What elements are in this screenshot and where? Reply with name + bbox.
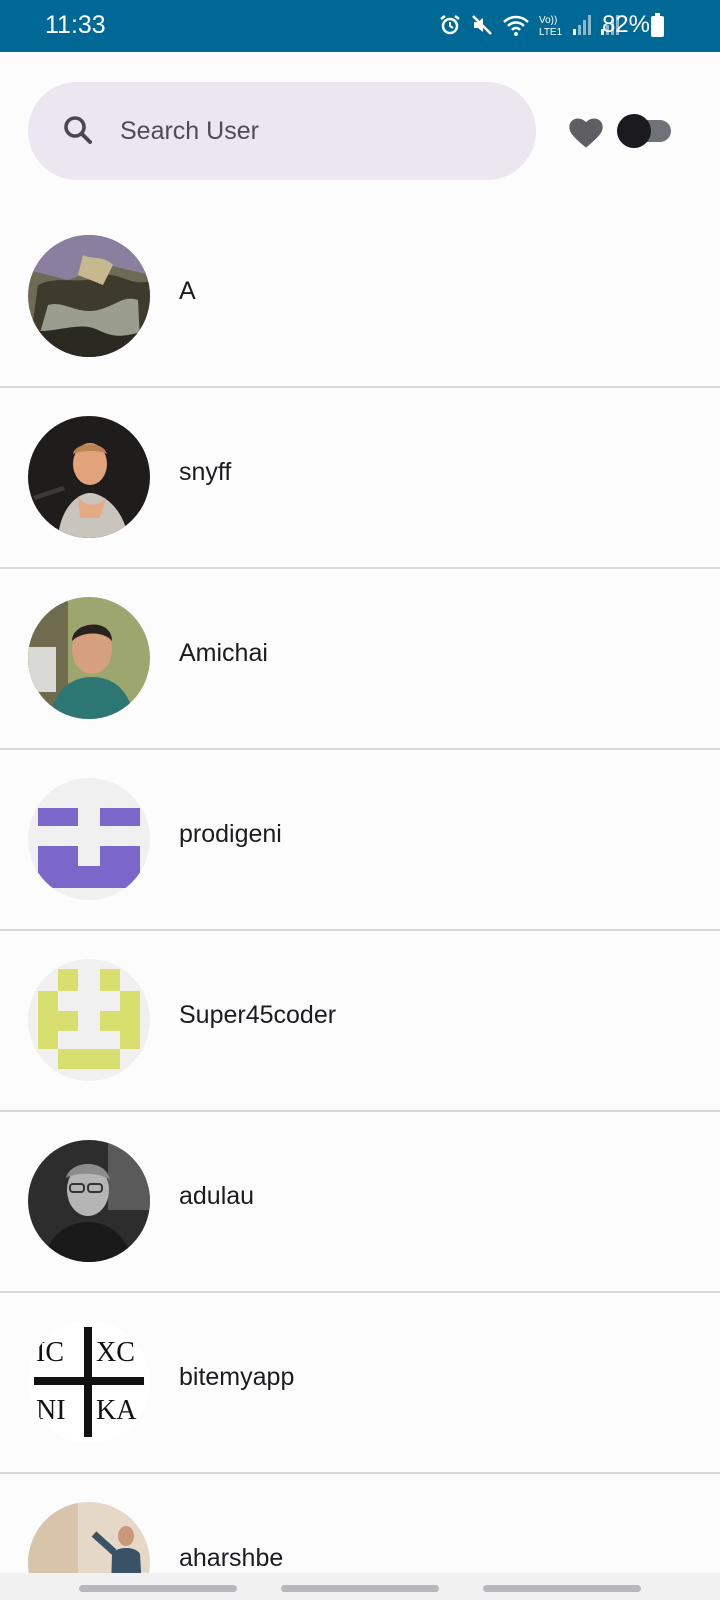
user-avatar xyxy=(28,416,150,538)
search-icon xyxy=(64,116,92,144)
svg-text:IC: IC xyxy=(36,1337,64,1368)
svg-text:LTE1: LTE1 xyxy=(539,27,563,38)
user-avatar xyxy=(28,778,150,900)
user-avatar xyxy=(28,597,150,719)
user-avatar xyxy=(28,235,150,357)
signal-icon xyxy=(573,15,591,35)
status-time: 11:33 xyxy=(45,11,106,39)
user-list-item[interactable]: Amichai xyxy=(0,569,720,750)
identicon-avatar-image xyxy=(28,959,150,1081)
alarm-icon xyxy=(440,15,460,35)
user-list-item[interactable]: A xyxy=(0,207,720,388)
user-list-item[interactable]: IC XC NI KA bitemyapp xyxy=(0,1293,720,1474)
system-navigation-bar xyxy=(0,1573,720,1600)
user-avatar xyxy=(28,1140,150,1262)
user-name: snyff xyxy=(179,458,232,486)
user-name: bitemyapp xyxy=(179,1363,295,1391)
icxc-nika-avatar-image: IC XC NI KA xyxy=(28,1321,150,1443)
toggle-thumb xyxy=(617,114,651,148)
user-name: adulau xyxy=(179,1182,255,1210)
battery-icon xyxy=(651,13,664,37)
user-list-item[interactable]: prodigeni xyxy=(0,750,720,931)
battery-percentage: 82% xyxy=(601,11,650,38)
search-bar[interactable] xyxy=(28,82,536,180)
identicon-avatar-image xyxy=(28,778,150,900)
nav-recents-button[interactable] xyxy=(79,1585,237,1592)
svg-text:KA: KA xyxy=(96,1395,137,1426)
user-list: A snyff Amichai prodigeni Super45coder a… xyxy=(0,207,720,1600)
photo-avatar-image xyxy=(28,597,150,719)
theme-toggle-switch[interactable] xyxy=(617,114,673,148)
svg-text:Vo)): Vo)) xyxy=(539,15,557,26)
heart-icon[interactable] xyxy=(566,112,606,150)
volte-icon: Vo))LTE1 xyxy=(539,15,563,38)
status-bar: 11:33 Vo)) LTE1 82% xyxy=(0,0,720,52)
user-avatar xyxy=(28,959,150,1081)
photo-avatar-image xyxy=(28,1140,150,1262)
svg-text:XC: XC xyxy=(96,1337,135,1368)
user-name: prodigeni xyxy=(179,820,282,848)
photo-avatar-image xyxy=(28,416,150,538)
nav-home-button[interactable] xyxy=(281,1585,439,1592)
painting-avatar-image xyxy=(28,235,150,357)
svg-text:NI: NI xyxy=(36,1395,66,1426)
search-input[interactable] xyxy=(120,112,500,150)
user-name: aharshbe xyxy=(179,1544,284,1572)
wifi-icon xyxy=(503,15,529,36)
user-list-item[interactable]: Super45coder xyxy=(0,931,720,1112)
mute-icon xyxy=(472,15,492,35)
user-list-item[interactable]: snyff xyxy=(0,388,720,569)
user-name: Super45coder xyxy=(179,1001,337,1029)
user-name: A xyxy=(179,277,196,305)
user-name: Amichai xyxy=(179,639,268,667)
user-avatar: IC XC NI KA xyxy=(28,1321,150,1443)
user-list-item[interactable]: adulau xyxy=(0,1112,720,1293)
nav-back-button[interactable] xyxy=(483,1585,641,1592)
status-icons: Vo)) LTE1 xyxy=(438,12,620,38)
